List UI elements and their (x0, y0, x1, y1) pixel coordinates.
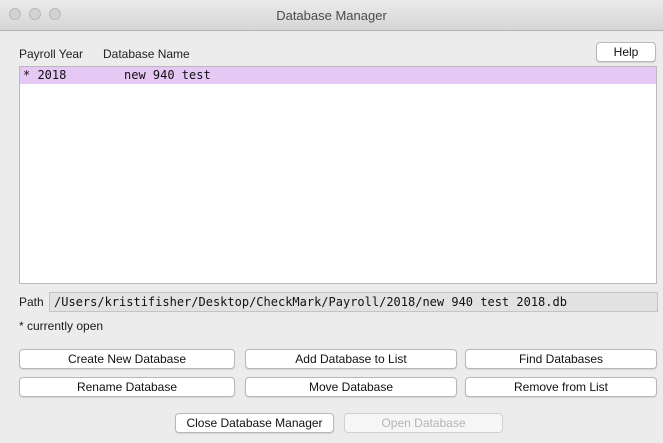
column-header-payroll-year[interactable]: Payroll Year (19, 47, 83, 61)
add-database-to-list-button[interactable]: Add Database to List (245, 349, 457, 369)
database-list[interactable]: * 2018 new 940 test (19, 66, 657, 284)
remove-from-list-button[interactable]: Remove from List (465, 377, 657, 397)
database-list-row[interactable]: * 2018 new 940 test (20, 67, 656, 84)
path-field: /Users/kristifisher/Desktop/CheckMark/Pa… (49, 292, 658, 312)
column-header-database-name[interactable]: Database Name (103, 47, 190, 61)
currently-open-note: * currently open (19, 319, 104, 333)
open-database-button[interactable]: Open Database (344, 413, 503, 433)
help-button[interactable]: Help (596, 42, 656, 62)
close-database-manager-button[interactable]: Close Database Manager (175, 413, 334, 433)
path-label: Path (19, 295, 44, 309)
create-new-database-button[interactable]: Create New Database (19, 349, 235, 369)
find-databases-button[interactable]: Find Databases (465, 349, 657, 369)
rename-database-button[interactable]: Rename Database (19, 377, 235, 397)
title-bar: Database Manager (0, 0, 663, 31)
move-database-button[interactable]: Move Database (245, 377, 457, 397)
row-payroll-year: * 2018 (23, 68, 67, 82)
row-database-name: new 940 test (124, 68, 211, 82)
window-title: Database Manager (276, 8, 387, 23)
